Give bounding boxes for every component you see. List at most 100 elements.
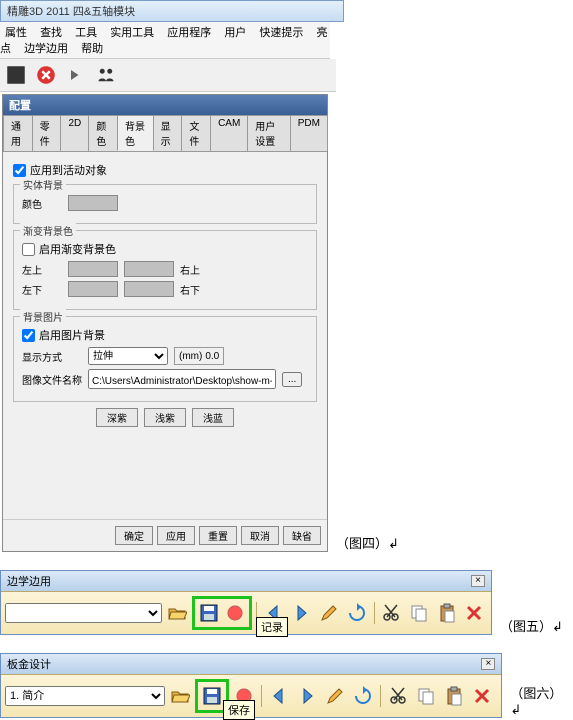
tabs: 通用 零件 2D 颜色 背景色 显示 文件 CAM 用户设置 PDM (3, 115, 327, 152)
image-file-label: 图像文件名称 (22, 372, 82, 387)
grad-bottom-left-label: 左下 (22, 282, 62, 297)
cut-icon[interactable] (385, 683, 411, 709)
unit-label: (mm) (179, 351, 202, 362)
solid-bg-group: 实体背景 颜色 (13, 184, 317, 224)
enable-image-label: 启用图片背景 (39, 327, 105, 343)
sheet-toolbar-window: 板金设计 × 1. 简介 保存 (0, 653, 502, 718)
pencil-icon[interactable] (316, 600, 342, 626)
close-icon[interactable]: × (481, 658, 495, 670)
solid-bg-title: 实体背景 (20, 177, 66, 192)
cut-icon[interactable] (379, 600, 405, 626)
figure-6-caption: （图六）↲ (510, 683, 573, 718)
ok-button[interactable]: 确定 (115, 526, 153, 545)
menu-item[interactable]: 属性 (0, 27, 32, 39)
arrow-right-icon[interactable] (294, 683, 320, 709)
browse-button[interactable]: ... (282, 372, 302, 387)
arrow-left-icon[interactable] (266, 683, 292, 709)
menu-item[interactable]: 实用工具 (105, 27, 159, 39)
tab-display[interactable]: 显示 (153, 115, 183, 151)
menu-item[interactable]: 帮助 (76, 43, 108, 55)
grad-bottom-right-color[interactable] (124, 281, 174, 297)
preset-light-purple[interactable]: 浅紫 (144, 408, 186, 427)
dialog-footer: 确定 应用 重置 取消 缺省 (3, 519, 327, 551)
grad-top-right-color[interactable] (124, 261, 174, 277)
grad-bottom-left-color[interactable] (68, 281, 118, 297)
reset-button[interactable]: 重置 (199, 526, 237, 545)
display-mode-label: 显示方式 (22, 349, 82, 364)
toolbar-icon-1[interactable] (3, 62, 29, 88)
tab-2d[interactable]: 2D (60, 115, 89, 151)
figure-5-caption: （图五）↲ (500, 616, 563, 635)
menu-bar: 属性 查找 工具 实用工具 应用程序 用户 快速提示 亮点 边学边用 帮助 (0, 22, 330, 59)
tab-pdm[interactable]: PDM (290, 115, 328, 151)
loop-icon[interactable] (350, 683, 376, 709)
gradient-bg-title: 渐变背景色 (20, 223, 76, 238)
tab-file[interactable]: 文件 (181, 115, 211, 151)
cancel-icon[interactable] (33, 62, 59, 88)
tab-content: 应用到活动对象 实体背景 颜色 渐变背景色 启用渐变背景色 左上 右上 左下 (3, 152, 327, 519)
delete-icon[interactable] (461, 600, 487, 626)
arrow-right-icon[interactable] (289, 600, 315, 626)
top-toolbar (0, 59, 336, 92)
apply-active-checkbox[interactable] (13, 164, 26, 177)
display-mode-select[interactable]: 拉伸 (88, 347, 168, 365)
tab-general[interactable]: 通用 (3, 115, 33, 151)
preset-light-blue[interactable]: 浅蓝 (192, 408, 234, 427)
paste-icon[interactable] (434, 600, 460, 626)
save-tooltip: 保存 (223, 700, 255, 720)
menu-item[interactable]: 应用程序 (162, 27, 216, 39)
learn-toolbar-title: 边学边用 (7, 573, 51, 589)
close-icon[interactable]: × (471, 575, 485, 587)
record-icon[interactable] (222, 600, 248, 626)
loop-icon[interactable] (344, 600, 370, 626)
grad-top-left-label: 左上 (22, 262, 62, 277)
paste-icon[interactable] (441, 683, 467, 709)
menu-item[interactable]: 查找 (35, 27, 67, 39)
gradient-bg-group: 渐变背景色 启用渐变背景色 左上 右上 左下 右下 (13, 230, 317, 310)
unit-box: (mm) 0.0 (174, 347, 224, 365)
dialog-title: 配置 (3, 95, 327, 115)
config-dialog: 配置 通用 零件 2D 颜色 背景色 显示 文件 CAM 用户设置 PDM 应用… (2, 94, 328, 552)
record-tooltip: 记录 (256, 617, 288, 637)
delete-icon[interactable] (469, 683, 495, 709)
grad-top-right-label: 右上 (180, 262, 200, 277)
solid-color-button[interactable] (68, 195, 118, 211)
pencil-icon[interactable] (322, 683, 348, 709)
grad-bottom-right-label: 右下 (180, 282, 200, 297)
save-icon[interactable] (196, 600, 222, 626)
tab-cam[interactable]: CAM (210, 115, 248, 151)
default-button[interactable]: 缺省 (283, 526, 321, 545)
apply-active-label: 应用到活动对象 (30, 162, 107, 178)
people-icon[interactable] (93, 62, 119, 88)
tab-color[interactable]: 颜色 (88, 115, 118, 151)
save-icon[interactable] (199, 683, 225, 709)
app-title: 精雕3D 2011 四&五轴模块 (7, 6, 135, 18)
menu-item[interactable]: 快速提示 (254, 27, 308, 39)
tab-user[interactable]: 用户设置 (247, 115, 290, 151)
preset-deep-purple[interactable]: 深紫 (96, 408, 138, 427)
enable-image-checkbox[interactable] (22, 329, 35, 342)
open-icon[interactable] (167, 683, 193, 709)
sheet-toolbar-title: 板金设计 (7, 656, 51, 672)
menu-item[interactable]: 边学边用 (19, 43, 73, 55)
arrow-right-icon[interactable] (63, 62, 89, 88)
learn-toolbar-window: 边学边用 × 记录 (0, 570, 492, 635)
learn-combo[interactable] (5, 603, 162, 623)
image-bg-group: 背景图片 启用图片背景 显示方式 拉伸 (mm) 0.0 图像文件名称 ... (13, 316, 317, 402)
enable-gradient-label: 启用渐变背景色 (39, 241, 116, 257)
apply-button[interactable]: 应用 (157, 526, 195, 545)
solid-color-label: 颜色 (22, 196, 62, 211)
menu-item[interactable]: 用户 (219, 27, 251, 39)
tab-background[interactable]: 背景色 (117, 115, 154, 151)
copy-icon[interactable] (406, 600, 432, 626)
sheet-combo[interactable]: 1. 简介 (5, 686, 165, 706)
image-bg-title: 背景图片 (20, 309, 66, 324)
open-icon[interactable] (164, 600, 190, 626)
copy-icon[interactable] (413, 683, 439, 709)
tab-parts[interactable]: 零件 (32, 115, 62, 151)
enable-gradient-checkbox[interactable] (22, 243, 35, 256)
cancel-button[interactable]: 取消 (241, 526, 279, 545)
grad-top-left-color[interactable] (68, 261, 118, 277)
menu-item[interactable]: 工具 (70, 27, 102, 39)
image-file-input[interactable] (88, 369, 276, 389)
